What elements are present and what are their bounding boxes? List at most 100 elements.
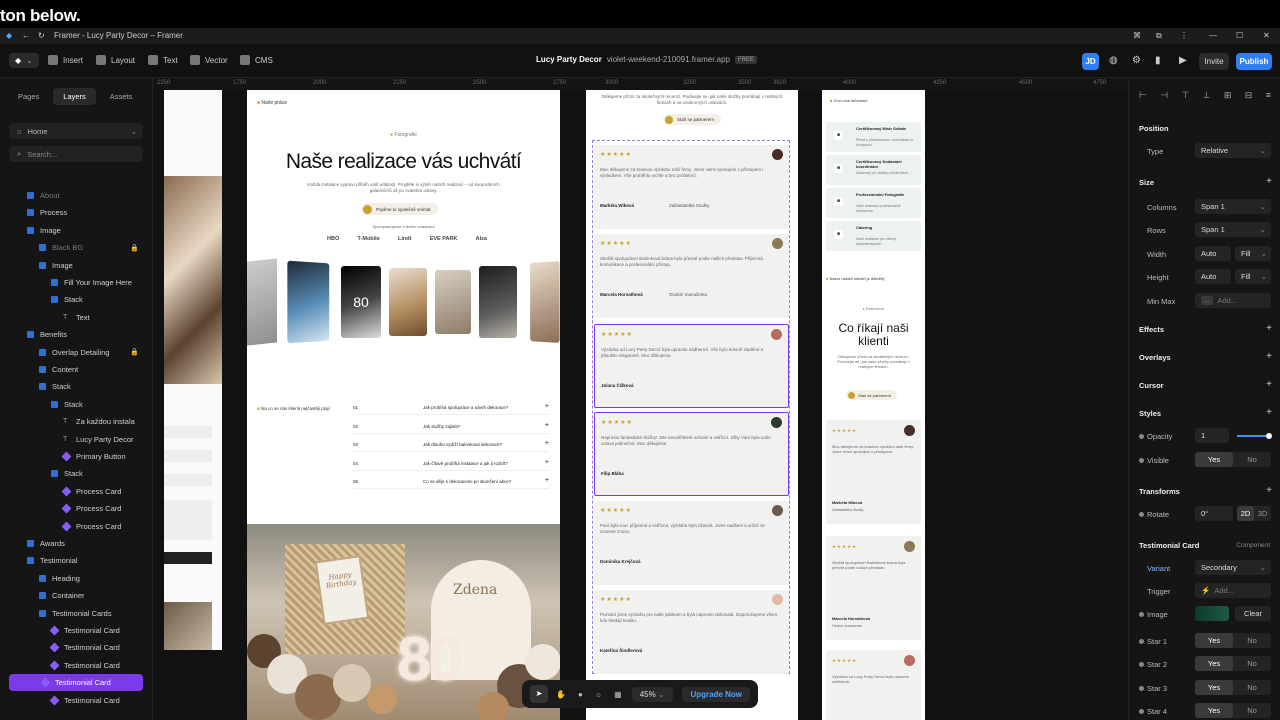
- align-bottom-icon[interactable]: ⊟: [1245, 90, 1253, 101]
- expand-plus-icon[interactable]: +: [545, 440, 549, 447]
- insert-button[interactable]: Insert: [48, 55, 83, 65]
- framer-menu-button[interactable]: ◆ ⌄: [9, 53, 39, 68]
- star-no[interactable]: No: [1233, 703, 1271, 718]
- star-no[interactable]: No: [1233, 633, 1271, 648]
- pointer-icon[interactable]: ➤: [530, 685, 548, 703]
- distribute-icon[interactable]: ≡: [1266, 90, 1271, 101]
- text-button[interactable]: Text: [148, 55, 178, 65]
- faq-item[interactable]: 01 Jak probíhá spolupráce a návrh dekorac…: [353, 401, 549, 415]
- service-card[interactable]: ■ Certifikovaný Mistr Svitáte Přímá s před…: [826, 122, 921, 152]
- layer-row[interactable]: Process Card: [0, 518, 153, 535]
- layer-row[interactable]: Black BG 🔒: [0, 239, 153, 256]
- translate-icon[interactable]: ⌘: [1133, 31, 1141, 40]
- faq-item[interactable]: 02 Jak služby zajistit? +: [353, 420, 549, 434]
- expand-plus-icon[interactable]: +: [545, 403, 549, 410]
- align-center-h-icon[interactable]: ⊣: [1160, 90, 1168, 101]
- align-top-icon[interactable]: ⊥: [1203, 90, 1211, 101]
- project-info[interactable]: Lucy Party Decor violet-weekend-210091.f…: [536, 55, 758, 64]
- globe-icon[interactable]: ◍: [1109, 55, 1118, 66]
- vector-button[interactable]: Vector: [190, 55, 228, 65]
- layer-row[interactable]: Heading: [0, 570, 153, 587]
- tab-assets[interactable]: Assets: [100, 88, 143, 105]
- upgrade-button[interactable]: Upgrade Now: [682, 686, 750, 702]
- add-cursor-icon[interactable]: +: [1266, 379, 1272, 390]
- layer-row[interactable]: Stack: [0, 378, 153, 395]
- mobile-frame[interactable]: ■ Chci více informací ■ Certifikovaný Mis…: [822, 90, 925, 720]
- rotate-input[interactable]: 0°: [1195, 506, 1233, 521]
- testimonial-card[interactable]: ★★★★★ Paní byla moc příjemná a vstřícná, …: [594, 501, 789, 585]
- mobile-testimonial-card[interactable]: ★★★★★ Skvělá spolupráce! Balónková brána …: [826, 536, 921, 640]
- mobile-testimonial-card[interactable]: ★★★★★ Výzdoba od Lucy Party Decor byla op…: [826, 650, 921, 720]
- span-select[interactable]: Span 1 ⌄: [1195, 199, 1271, 214]
- service-card[interactable]: ■ Certifikovaný Dodavatel koordinátor Doko…: [826, 155, 921, 185]
- add-size-icon[interactable]: +: [1266, 176, 1272, 187]
- visible-no[interactable]: No: [1233, 452, 1271, 467]
- analytics-icon[interactable]: ▮: [1155, 55, 1161, 66]
- testimonial-card[interactable]: ★★★★★ Skvělá spolupráce! Balónková brána …: [594, 234, 789, 318]
- layer-row[interactable]: Testimonial Card: [0, 639, 153, 656]
- layer-row[interactable]: Process Card: [0, 483, 153, 500]
- expand-plus-icon[interactable]: +: [545, 459, 549, 466]
- faq-item[interactable]: 03 Jak dlouho vydrží balónková dekorace? +: [353, 438, 549, 453]
- tab-layers[interactable]: Layers: [53, 88, 96, 105]
- play-icon[interactable]: ▶: [1179, 55, 1187, 66]
- layer-row[interactable]: Content: [0, 361, 153, 378]
- layer-row[interactable]: Awards: [0, 535, 153, 552]
- maximize-icon[interactable]: ☐: [1236, 31, 1243, 40]
- size-input[interactable]: Auto: [1195, 269, 1231, 284]
- align-right-icon[interactable]: ⊤: [1181, 90, 1189, 101]
- variant-select[interactable]: Secondary ⌄: [1195, 560, 1271, 575]
- grid-icon[interactable]: ▦: [614, 690, 622, 699]
- add-style-icon[interactable]: +: [1266, 407, 1272, 418]
- layer-row[interactable]: Process: [0, 204, 153, 221]
- close-icon[interactable]: ✕: [1263, 31, 1270, 40]
- layout-button[interactable]: Layout: [96, 55, 135, 65]
- mobile-testimonial-card[interactable]: ★★★★★ Moc děkujeme za krásnou výzdobu naš…: [826, 420, 921, 524]
- invite-button[interactable]: Invite: [1199, 53, 1229, 70]
- position-type-select[interactable]: Relative ⌄: [1195, 143, 1271, 158]
- cta-button[interactable]: Pojďme to společně vnímat: [361, 203, 438, 215]
- faq-item[interactable]: 05 Co se děje s dekoracemi po skončení ak…: [353, 475, 549, 490]
- user-avatar[interactable]: JD: [1082, 53, 1099, 70]
- layer-row[interactable]: Testimonial Card: [0, 622, 153, 639]
- layer-row[interactable]: T Lucy Party Decor: [0, 431, 153, 448]
- tab-pages[interactable]: Pages: [8, 88, 49, 105]
- minimize-icon[interactable]: —: [1209, 31, 1217, 40]
- size-input[interactable]: Auto: [1195, 246, 1231, 261]
- opacity-slider[interactable]: [1237, 433, 1272, 439]
- lock-icon[interactable]: 🔒: [130, 244, 139, 252]
- image-clear-button[interactable]: Clear: [1235, 606, 1271, 621]
- layer-row[interactable]: About: [0, 187, 153, 204]
- extensions-icon[interactable]: ⧉: [1156, 31, 1162, 41]
- layer-row[interactable]: T Text: [0, 309, 153, 326]
- service-card[interactable]: ■ Catering Naše realizace pro klienty doku…: [826, 221, 921, 251]
- back-icon[interactable]: ←: [22, 31, 30, 40]
- testimonial-card[interactable]: ★★★★★ Výzdoba od Lucy Party Decor byla op…: [594, 324, 789, 408]
- cms-button[interactable]: CMS: [240, 55, 273, 65]
- visible-yes[interactable]: Yes: [1195, 452, 1233, 467]
- align-left-icon[interactable]: ⊢: [1139, 90, 1147, 101]
- gallery-carousel[interactable]: 80: [247, 252, 560, 352]
- star-no[interactable]: No: [1233, 656, 1271, 671]
- layer-row[interactable]: Testimonial Card: [9, 674, 143, 692]
- lock-icon[interactable]: 🔒: [130, 348, 139, 356]
- desktop-frame[interactable]: ■ Naše práce ● Fotografie Naše realizace…: [247, 90, 560, 720]
- faq-item[interactable]: 04 Jak čítavě probíhá instalace a jak ji …: [353, 457, 549, 471]
- size-mode-select[interactable]: Fill ⌄: [1235, 246, 1271, 261]
- trigger-input[interactable]: ⚡ Add...: [1195, 583, 1271, 598]
- testimonial-card[interactable]: ★★★★★ Naprosto fantastické služby! Jste n…: [594, 412, 789, 496]
- star-yes[interactable]: Yes: [1195, 656, 1233, 672]
- layer-row[interactable]: Container: [0, 587, 153, 604]
- star-toggle[interactable]: Yes No: [1195, 679, 1271, 695]
- star-toggle[interactable]: Yes No: [1195, 633, 1271, 648]
- mode-3d[interactable]: 3D: [1254, 506, 1271, 521]
- rotate-mode-toggle[interactable]: 2D 3D: [1237, 506, 1271, 521]
- layer-row[interactable]: Testimonial Card: [0, 657, 153, 674]
- reload-icon[interactable]: ↻: [38, 31, 45, 40]
- layer-row[interactable]: Testimonial: [0, 552, 153, 569]
- settings-icon[interactable]: ⚙: [1132, 55, 1141, 66]
- mobile-cta-button[interactable]: Staň se partnerem: [846, 390, 897, 400]
- opacity-input[interactable]: 1: [1195, 428, 1229, 443]
- align-middle-icon[interactable]: ⊞: [1224, 90, 1232, 101]
- star-no[interactable]: No: [1233, 680, 1271, 695]
